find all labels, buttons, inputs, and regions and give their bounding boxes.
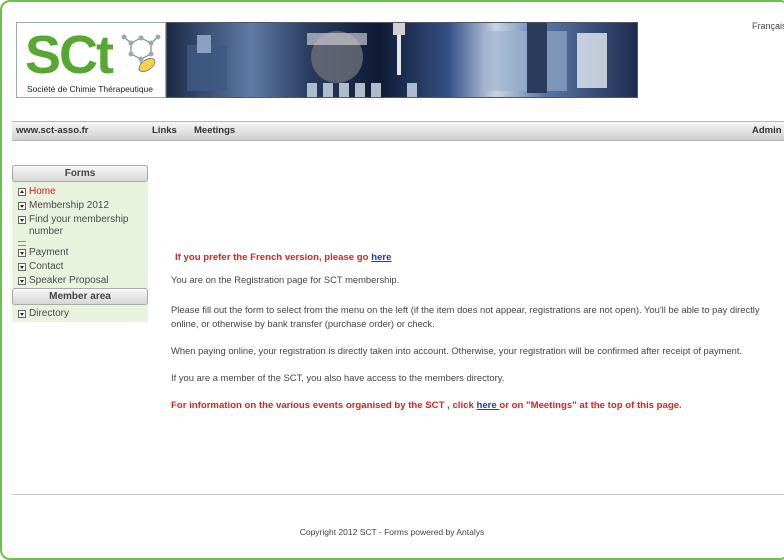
banner-photo bbox=[166, 22, 638, 98]
sidebar-item-membership[interactable]: Membership 2012 bbox=[12, 199, 148, 213]
instructions-paragraph: Please fill out the form to select from … bbox=[171, 304, 760, 329]
sidebar: Forms Home Membership 2012 Find your mem… bbox=[12, 165, 148, 322]
intro-text: You are on the Registration page for SCT… bbox=[171, 274, 400, 285]
directory-paragraph: If you are a member of the SCT, you also… bbox=[171, 372, 505, 383]
sidebar-item-contact[interactable]: Contact bbox=[12, 260, 148, 274]
nav-meetings[interactable]: Meetings bbox=[194, 125, 235, 136]
sidebar-item-label: Home bbox=[29, 186, 56, 197]
sidebar-item-label: Membership 2012 bbox=[29, 200, 110, 211]
events-notice-suffix: or on "Meetings" at the top of this page… bbox=[499, 400, 682, 411]
expand-icon bbox=[18, 277, 26, 285]
expand-icon bbox=[18, 202, 26, 210]
sidebar-item-label: Find your membership number bbox=[29, 214, 129, 237]
french-version-link[interactable]: here bbox=[371, 252, 391, 263]
sidebar-item-payment[interactable]: Payment bbox=[12, 246, 148, 260]
sct-logo[interactable]: SCt Société de Chimie Thérapeutique bbox=[16, 22, 166, 98]
events-notice-text: For information on the various events or… bbox=[171, 400, 477, 411]
events-here-link[interactable]: here bbox=[476, 400, 499, 411]
sidebar-item-label: Payment bbox=[29, 247, 69, 258]
header-banner: SCt Société de Chimie Thérapeutique bbox=[16, 22, 638, 98]
sidebar-item-label: Speaker Proposal bbox=[29, 275, 109, 286]
sidebar-item-home[interactable]: Home bbox=[12, 185, 148, 199]
french-version-notice: If you prefer the French version, please… bbox=[175, 251, 783, 265]
expand-icon bbox=[18, 310, 26, 318]
footer-divider bbox=[12, 494, 784, 495]
lab-scene-illustration bbox=[187, 23, 607, 97]
logo-subtitle: Société de Chimie Thérapeutique bbox=[27, 84, 154, 94]
collapse-icon bbox=[18, 188, 26, 196]
molecule-icon bbox=[121, 34, 161, 72]
forms-header: Forms bbox=[12, 165, 148, 182]
sidebar-item-label: Directory bbox=[29, 308, 70, 319]
sidebar-item-label: Contact bbox=[29, 261, 64, 272]
expand-icon bbox=[18, 263, 26, 271]
french-notice-text: If you prefer the French version, please… bbox=[175, 252, 372, 263]
expand-icon bbox=[18, 216, 26, 224]
top-navbar: www.sct-asso.fr Links Meetings Admin bbox=[12, 121, 784, 141]
nav-links[interactable]: Links bbox=[152, 125, 177, 136]
nav-admin[interactable]: Admin bbox=[752, 125, 782, 136]
main-content: If you prefer the French version, please… bbox=[171, 251, 783, 413]
sidebar-item-find-number[interactable]: Find your membership number bbox=[12, 213, 148, 239]
sidebar-item-speaker-proposal[interactable]: Speaker Proposal bbox=[12, 274, 148, 288]
events-notice: For information on the various events or… bbox=[171, 399, 783, 413]
nav-site-link[interactable]: www.sct-asso.fr bbox=[16, 125, 89, 136]
language-link[interactable]: Français bbox=[752, 21, 784, 31]
sidebar-item-directory[interactable]: Directory bbox=[12, 307, 148, 321]
payment-paragraph: When paying online, your registration is… bbox=[171, 345, 743, 356]
expand-icon bbox=[18, 249, 26, 257]
member-area-header: Member area bbox=[12, 288, 148, 305]
footer-copyright: Copyright 2012 SCT - Forms powered by An… bbox=[299, 527, 485, 537]
logo-text: SCt bbox=[25, 25, 114, 85]
